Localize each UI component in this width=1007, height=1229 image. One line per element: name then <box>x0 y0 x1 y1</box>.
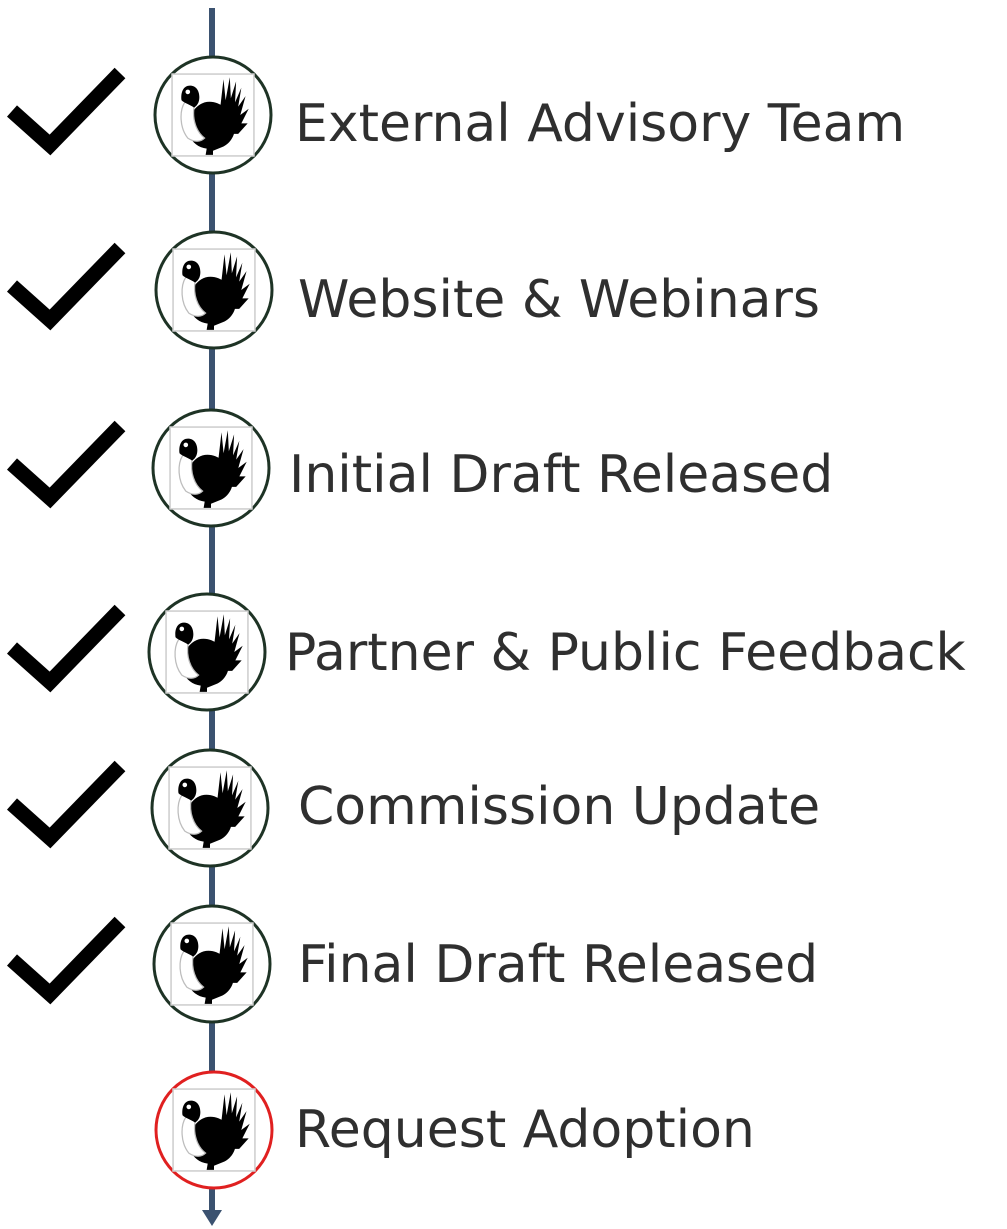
timeline-step <box>6 592 267 712</box>
checkmark-icon <box>6 420 126 509</box>
checkmark-icon <box>6 67 126 156</box>
timeline-step <box>6 55 273 175</box>
checkmark-icon <box>6 604 126 693</box>
sage-grouse-icon <box>171 73 255 157</box>
step-label: Website & Webinars <box>298 270 821 330</box>
timeline-step <box>6 904 272 1024</box>
step-label: External Advisory Team <box>295 94 906 154</box>
timeline-diagram <box>6 8 274 1226</box>
sage-grouse-icon <box>170 922 254 1006</box>
checkmark-icon <box>6 242 126 331</box>
step-label: Final Draft Released <box>298 935 819 995</box>
step-label: Initial Draft Released <box>289 445 834 505</box>
sage-grouse-icon <box>169 426 253 510</box>
sage-grouse-icon <box>168 766 252 850</box>
timeline-step <box>6 748 270 868</box>
sage-grouse-icon <box>172 1088 256 1172</box>
timeline-arrowhead <box>202 1210 222 1226</box>
step-label: Request Adoption <box>295 1100 755 1160</box>
step-label: Partner & Public Feedback <box>285 623 966 683</box>
timeline-step <box>6 230 274 350</box>
sage-grouse-icon <box>172 248 256 332</box>
checkmark-icon <box>6 916 126 1005</box>
timeline-step <box>6 408 271 528</box>
step-label: Commission Update <box>298 777 821 837</box>
checkmark-icon <box>6 760 126 849</box>
timeline-step <box>154 1070 274 1190</box>
sage-grouse-icon <box>165 610 249 694</box>
